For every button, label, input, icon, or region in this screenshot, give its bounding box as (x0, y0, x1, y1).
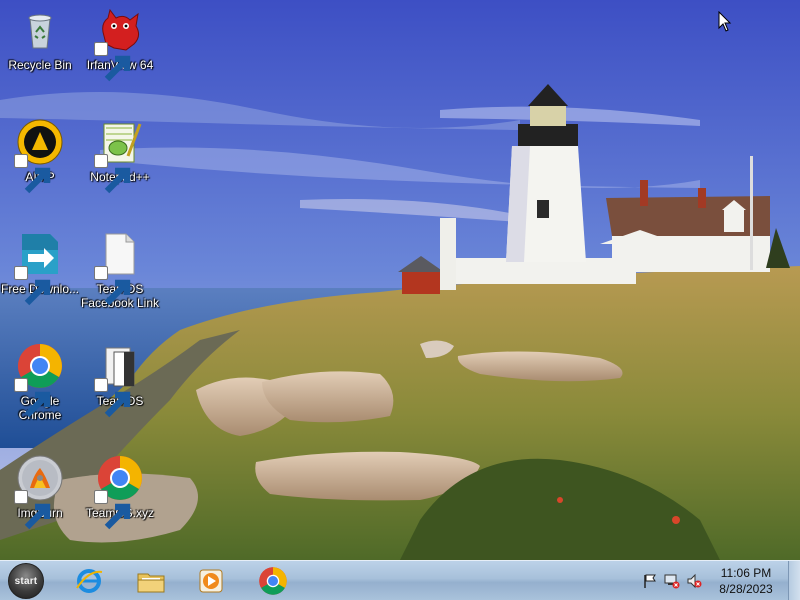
internet-explorer-icon (76, 569, 103, 593)
desktop-icon-aimp[interactable]: AIMP (0, 112, 80, 216)
taskbar-chrome[interactable] (246, 563, 300, 599)
clock[interactable]: 11:06 PM 8/28/2023 (708, 565, 784, 597)
desktop-icon-teamos-xyz[interactable]: TeamOS.xyz (80, 448, 160, 552)
shortcut-arrow-icon (94, 378, 131, 418)
network-icon[interactable] (664, 573, 680, 589)
clock-date: 8/28/2023 (719, 582, 773, 596)
taskbar-media-player[interactable] (184, 563, 238, 599)
desktop-icon-free-download[interactable]: Free Downlo... (0, 224, 80, 328)
taskbar-internet-explorer[interactable] (62, 563, 116, 599)
shortcut-arrow-icon (94, 266, 131, 306)
taskbar-file-explorer[interactable] (124, 563, 178, 599)
desktop-icon-label: Recycle Bin (8, 58, 72, 72)
desktop-icon-teamos-facebook[interactable]: TeamOS Facebook Link (80, 224, 160, 328)
chrome-icon (259, 567, 287, 595)
shortcut-arrow-icon (14, 490, 51, 530)
shortcut-arrow-icon (14, 266, 51, 306)
desktop-icon-recycle-bin[interactable]: Recycle Bin (0, 0, 80, 104)
shortcut-arrow-icon (14, 378, 51, 418)
chrome-icon (14, 342, 64, 418)
media-player-icon (199, 569, 223, 593)
system-tray: 11:06 PM 8/28/2023 (630, 561, 800, 600)
recycle-bin-icon (16, 6, 64, 54)
desktop-icon-irfanview[interactable]: IrfanView 64 (80, 0, 160, 104)
shortcut-arrow-icon (94, 154, 131, 194)
blank-file-icon (94, 230, 144, 306)
notepadpp-icon (94, 118, 144, 194)
desktop-icon-teamos[interactable]: TeamOS (80, 336, 160, 440)
desktop-icon-google-chrome[interactable]: Google Chrome (0, 336, 80, 440)
action-center-flag-icon[interactable] (642, 573, 658, 589)
taskbar: start 11:06 PM 8/28/2023 (0, 560, 800, 600)
window-document-icon (94, 342, 144, 418)
free-download-manager-icon (14, 230, 64, 306)
mouse-cursor-icon (718, 11, 732, 32)
chrome-icon (94, 454, 144, 530)
aimp-icon (14, 118, 64, 194)
irfanview-cat-icon (94, 6, 144, 82)
shortcut-arrow-icon (14, 154, 51, 194)
desktop-icon-notepadpp[interactable]: Notepad++ (80, 112, 160, 216)
volume-muted-icon[interactable] (686, 573, 702, 589)
folder-icon (137, 573, 165, 593)
start-button[interactable]: start (4, 563, 48, 599)
desktop-icon-imgburn[interactable]: ImgBurn (0, 448, 80, 552)
clock-time: 11:06 PM (720, 566, 772, 580)
start-orb: start (8, 563, 44, 599)
imgburn-disc-icon (14, 454, 64, 530)
shortcut-arrow-icon (94, 42, 131, 82)
shortcut-arrow-icon (94, 490, 131, 530)
show-desktop-button[interactable] (788, 561, 800, 600)
